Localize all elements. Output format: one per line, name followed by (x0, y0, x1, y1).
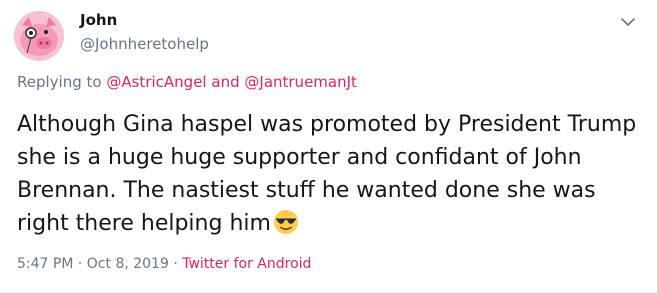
tweet-date[interactable]: Oct 8, 2019 (87, 256, 169, 272)
tweet-text: Although Gina haspel was promoted by Pre… (17, 108, 642, 245)
tweet-meta: 5:47 PM · Oct 8, 2019 · Twitter for Andr… (17, 256, 311, 272)
replying-to: Replying to @AstricAngel and @Jantrueman… (17, 73, 357, 91)
avatar[interactable] (14, 11, 64, 61)
tweet-time[interactable]: 5:47 PM (17, 256, 73, 272)
tweet-source-link[interactable]: Twitter for Android (182, 256, 311, 272)
meta-separator: · (173, 256, 178, 272)
sunglasses-emoji-icon (273, 209, 299, 245)
tweet-body: Although Gina haspel was promoted by Pre… (17, 112, 637, 236)
mention-joiner: and (211, 73, 240, 91)
author-handle[interactable]: @Johnheretohelp (80, 35, 209, 53)
replying-prefix: Replying to (17, 73, 102, 91)
author-name[interactable]: John (80, 11, 117, 29)
meta-separator: · (77, 256, 83, 272)
mention-link[interactable]: @AstricAngel (106, 73, 206, 91)
tweet-card: John @Johnheretohelp Replying to @Astric… (0, 0, 657, 293)
pig-avatar-icon (14, 11, 64, 61)
chevron-down-icon[interactable] (618, 12, 638, 32)
mention-link[interactable]: @JantruemanJt (244, 73, 357, 91)
